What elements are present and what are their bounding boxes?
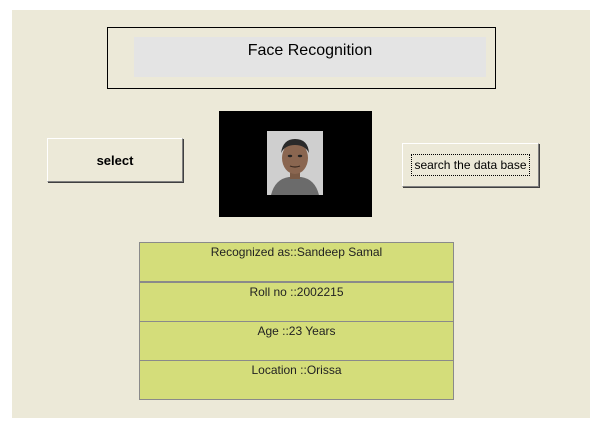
app-window: Face Recognition select search the data …: [12, 10, 590, 418]
select-button[interactable]: select: [47, 138, 183, 182]
search-database-label: search the data base: [411, 154, 530, 176]
face-photo-icon: [267, 131, 323, 195]
age-field: Age ::23 Years: [139, 321, 454, 361]
recognized-name-field: Recognized as::Sandeep Samal: [139, 242, 454, 282]
search-database-button[interactable]: search the data base: [402, 143, 539, 187]
location-field: Location ::Orissa: [139, 360, 454, 400]
image-frame: [219, 111, 372, 217]
title-panel: Face Recognition: [107, 27, 496, 89]
roll-number-field: Roll no ::2002215: [139, 282, 454, 322]
page-title: Face Recognition: [134, 37, 486, 77]
